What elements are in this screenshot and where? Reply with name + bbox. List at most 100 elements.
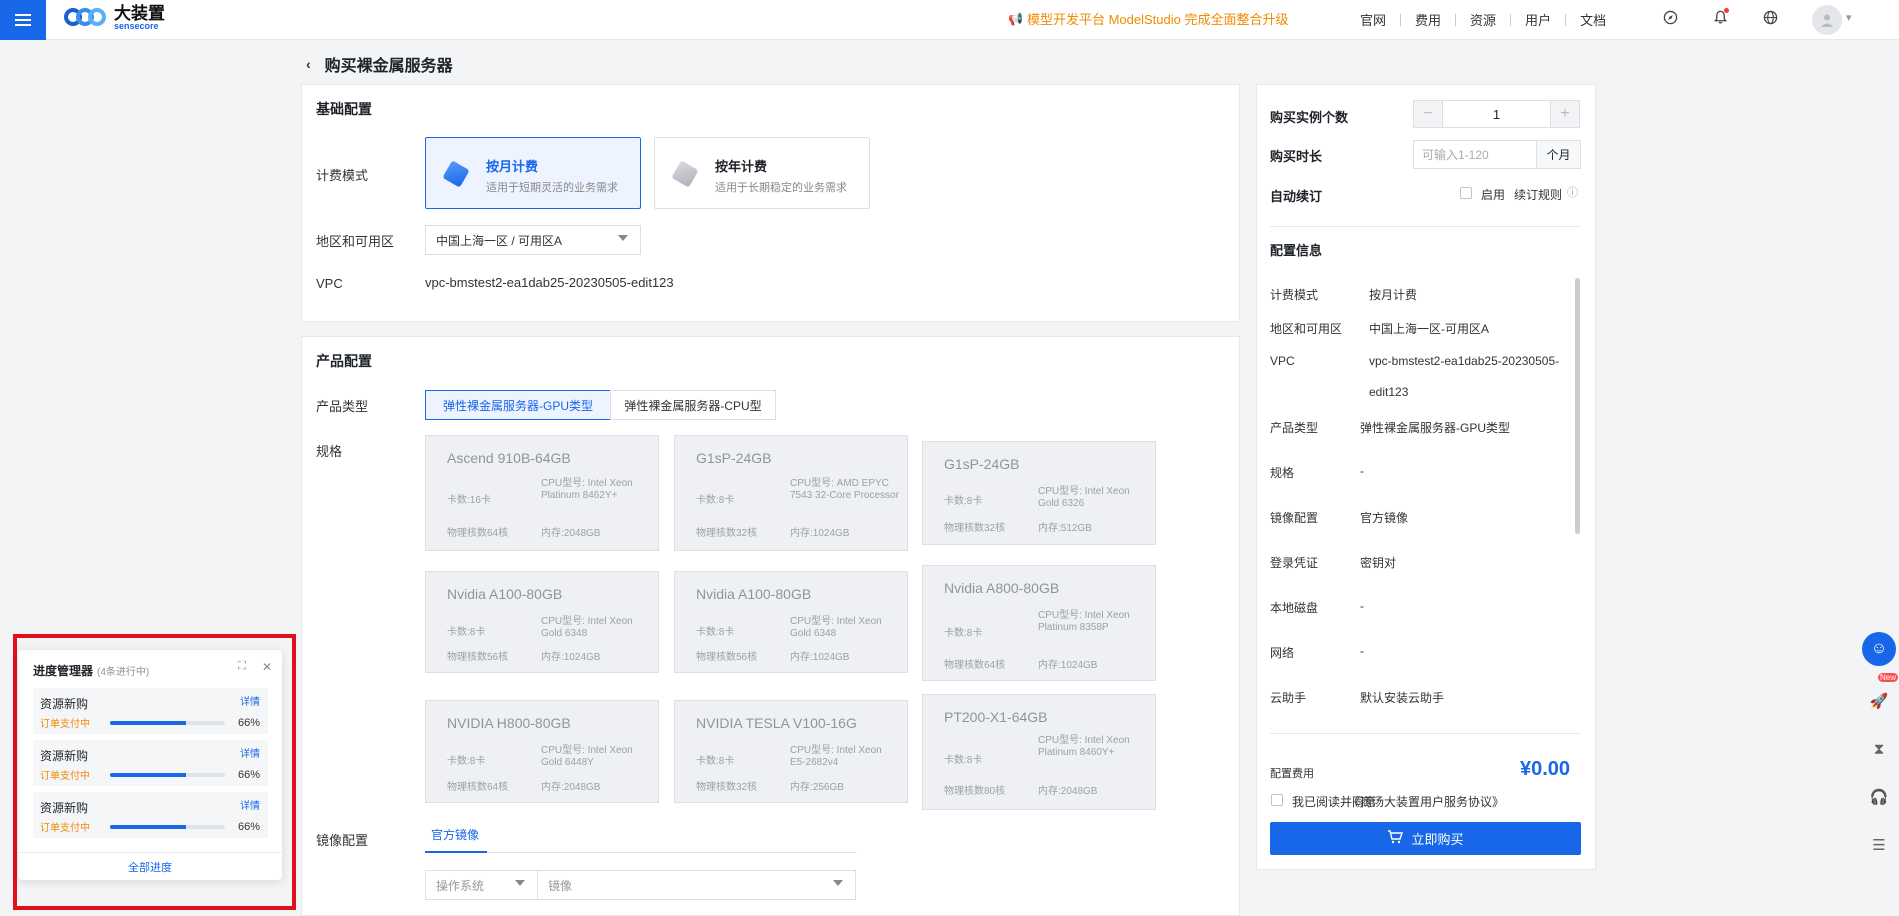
renew-checkbox[interactable] bbox=[1460, 187, 1472, 199]
progress-detail-link[interactable]: 详情 bbox=[240, 693, 260, 708]
top-bar: 大装置 sensecore 📢 模型开发平台 ModelStudio 完成全面整… bbox=[0, 0, 1899, 40]
yearly-desc: 适用于长期稳定的业务需求 bbox=[715, 182, 847, 194]
region-value: 中国上海一区 / 可用区A bbox=[436, 233, 563, 248]
monthly-desc: 适用于短期灵活的业务需求 bbox=[486, 182, 618, 194]
chevron-down-icon bbox=[833, 880, 843, 886]
spec-cores: 物理核数64核 bbox=[944, 660, 1006, 671]
spec-mem: 内存:256GB bbox=[790, 782, 844, 793]
spec-card[interactable]: G1sP-24GB 卡数:8卡 CPU型号: Intel Xeon Gold 6… bbox=[922, 441, 1156, 545]
scrollbar[interactable] bbox=[1575, 278, 1580, 534]
info-value-billing: 按月计费 bbox=[1369, 288, 1418, 302]
hourglass-icon[interactable]: ⧗ bbox=[1866, 736, 1892, 762]
nav-billing[interactable]: 费用 bbox=[1415, 10, 1441, 29]
spec-card[interactable]: NVIDIA H800-80GB 卡数:8卡 CPU型号: Intel Xeon… bbox=[425, 700, 659, 803]
announcement[interactable]: 📢 模型开发平台 ModelStudio 完成全面整合升级 bbox=[1008, 9, 1288, 28]
vpc-value: vpc-bmstest2-ea1dab25-20230505-edit123 bbox=[425, 275, 674, 290]
rocket-icon[interactable]: 🚀 bbox=[1866, 688, 1892, 714]
billing-monthly-option[interactable]: 按月计费 适用于短期灵活的业务需求 bbox=[425, 137, 641, 209]
spec-name: G1sP-24GB bbox=[696, 450, 772, 466]
avatar[interactable] bbox=[1812, 5, 1842, 35]
info-value-network: - bbox=[1360, 644, 1364, 658]
progress-percent: 66% bbox=[237, 769, 260, 781]
back-arrow-icon[interactable]: ‹ bbox=[306, 56, 311, 72]
spec-name: Nvidia A100-80GB bbox=[696, 586, 812, 602]
list-icon[interactable]: ☰ bbox=[1866, 832, 1892, 858]
nav-official[interactable]: 官网 bbox=[1360, 10, 1386, 29]
info-key-product-type: 产品类型 bbox=[1270, 421, 1319, 435]
spec-card[interactable]: G1sP-24GB 卡数:8卡 CPU型号: AMD EPYC 7543 32-… bbox=[674, 435, 908, 551]
spec-name: NVIDIA H800-80GB bbox=[447, 715, 571, 731]
os-select[interactable]: 操作系统 bbox=[425, 870, 538, 900]
spec-card[interactable]: Ascend 910B-64GB 卡数:16卡 CPU型号: Intel Xeo… bbox=[425, 435, 659, 551]
product-type-cpu[interactable]: 弹性裸金属服务器-CPU型 bbox=[610, 390, 776, 420]
spec-cards: 卡数:8卡 bbox=[447, 756, 486, 767]
buy-now-button[interactable]: 立即购买 bbox=[1270, 822, 1581, 855]
globe-icon[interactable] bbox=[1760, 7, 1780, 27]
progress-detail-link[interactable]: 详情 bbox=[240, 797, 260, 812]
spec-name: Nvidia A100-80GB bbox=[447, 586, 563, 602]
nav-docs[interactable]: 文档 bbox=[1580, 10, 1606, 29]
spec-mem: 内存:1024GB bbox=[541, 652, 601, 663]
info-value-vpc: vpc-bmstest2-ea1dab25-20230505- bbox=[1369, 354, 1560, 368]
billing-yearly-option[interactable]: 按年计费 适用于长期稳定的业务需求 bbox=[654, 137, 870, 209]
spec-card[interactable]: NVIDIA TESLA V100-16G 卡数:8卡 CPU型号: Intel… bbox=[674, 700, 908, 803]
logo-en: sensecore bbox=[114, 21, 159, 31]
cube-icon bbox=[671, 160, 699, 188]
spec-mem: 内存:2048GB bbox=[541, 528, 601, 539]
vpc-label: VPC bbox=[316, 276, 343, 291]
cart-icon bbox=[1387, 830, 1404, 847]
progress-detail-link[interactable]: 详情 bbox=[240, 745, 260, 760]
spec-cpu: CPU型号: Intel Xeon Gold 6348 bbox=[541, 616, 633, 639]
spec-card[interactable]: Nvidia A100-80GB 卡数:8卡 CPU型号: Intel Xeon… bbox=[674, 571, 908, 673]
spec-cards: 卡数:8卡 bbox=[696, 495, 735, 506]
progress-item: 资源新购 详情 订单支付中 66% bbox=[33, 740, 268, 786]
monthly-title: 按月计费 bbox=[486, 159, 539, 174]
all-progress-link[interactable]: 全部进度 bbox=[18, 859, 282, 875]
agreement-link[interactable]: 《商汤大装置用户服务协议》 bbox=[1348, 793, 1504, 810]
quantity-value[interactable]: 1 bbox=[1442, 101, 1551, 127]
agree-checkbox[interactable] bbox=[1271, 794, 1283, 806]
spec-card[interactable]: Nvidia A800-80GB 卡数:8卡 CPU型号: Intel Xeon… bbox=[922, 565, 1156, 681]
robot-assistant-icon[interactable]: ☺ bbox=[1862, 632, 1896, 666]
close-icon[interactable]: ✕ bbox=[262, 660, 272, 674]
compass-icon[interactable] bbox=[1660, 7, 1680, 27]
headset-icon[interactable]: 🎧 bbox=[1866, 784, 1892, 810]
info-key-image: 镜像配置 bbox=[1270, 511, 1319, 525]
quantity-stepper[interactable]: − 1 + bbox=[1413, 100, 1580, 128]
chevron-down-icon[interactable]: ▾ bbox=[1846, 11, 1852, 24]
tab-divider bbox=[425, 852, 857, 853]
minus-icon[interactable]: − bbox=[1414, 101, 1442, 127]
bell-icon[interactable] bbox=[1710, 7, 1730, 27]
tab-official-image[interactable]: 官方镜像 bbox=[431, 826, 479, 843]
expand-icon[interactable]: ⛶ bbox=[238, 660, 246, 673]
duration-field[interactable]: 可输入1-120 个月 bbox=[1413, 140, 1581, 169]
product-type-gpu[interactable]: 弹性裸金属服务器-GPU类型 bbox=[425, 390, 611, 420]
megaphone-icon: 📢 bbox=[1008, 11, 1023, 26]
progress-status: 订单支付中 bbox=[40, 719, 90, 730]
spec-cards: 卡数:8卡 bbox=[944, 628, 983, 639]
renew-rule-link[interactable]: 续订规则 bbox=[1514, 186, 1562, 203]
region-select[interactable]: 中国上海一区 / 可用区A bbox=[425, 225, 641, 255]
spec-mem: 内存:1024GB bbox=[1038, 660, 1098, 671]
info-value-product-type: 弹性裸金属服务器-GPU类型 bbox=[1360, 421, 1511, 435]
progress-manager-panel: 进度管理器 (4条进行中) ⛶ ✕ 资源新购 详情 订单支付中 66% 资源新购 … bbox=[18, 650, 282, 880]
nav-users[interactable]: 用户 bbox=[1525, 10, 1551, 29]
duration-input[interactable]: 可输入1-120 bbox=[1414, 141, 1536, 168]
spec-cores: 物理核数64核 bbox=[447, 528, 509, 539]
image-select[interactable]: 镜像 bbox=[537, 870, 856, 900]
info-icon[interactable]: ⓘ bbox=[1567, 184, 1578, 200]
nav-resources[interactable]: 资源 bbox=[1470, 10, 1496, 29]
spec-cpu: CPU型号: Intel Xeon Platinum 8358P bbox=[1038, 610, 1130, 633]
plus-icon[interactable]: + bbox=[1551, 101, 1579, 127]
spec-card[interactable]: Nvidia A100-80GB 卡数:8卡 CPU型号: Intel Xeon… bbox=[425, 571, 659, 673]
spec-cpu: CPU型号: AMD EPYC 7543 32-Core Processor bbox=[790, 478, 899, 501]
spec-name: NVIDIA TESLA V100-16G bbox=[696, 715, 857, 731]
spec-card[interactable]: PT200-X1-64GB 卡数:8卡 CPU型号: Intel Xeon Pl… bbox=[922, 694, 1156, 810]
info-key-credential: 登录凭证 bbox=[1270, 556, 1319, 570]
progress-manager-title: 进度管理器 (4条进行中) bbox=[33, 662, 149, 679]
info-key-network: 网络 bbox=[1270, 646, 1295, 660]
menu-button[interactable] bbox=[0, 0, 46, 40]
info-key-vpc: VPC bbox=[1270, 354, 1295, 368]
logo[interactable]: 大装置 sensecore bbox=[62, 4, 165, 32]
spec-cores: 物理核数64核 bbox=[447, 782, 509, 793]
